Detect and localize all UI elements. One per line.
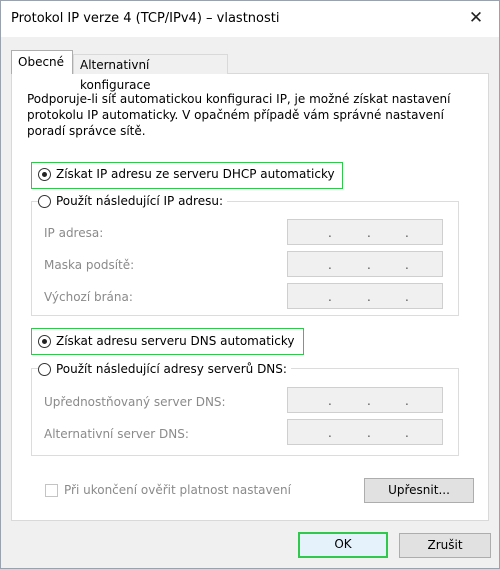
title-bar[interactable]: Protokol IP verze 4 (TCP/IPv4) – vlastno… <box>1 1 499 37</box>
subnet-mask-field: ... <box>287 251 443 277</box>
radio-manual-dns-label: Použít následující adresy serverů DNS: <box>56 362 287 376</box>
default-gateway-field: ... <box>287 283 443 309</box>
radio-manual-dns[interactable]: Použít následující adresy serverů DNS: <box>38 362 291 376</box>
alternate-dns-label: Alternativní server DNS: <box>44 427 189 441</box>
radio-auto-dns-label: Získat adresu serveru DNS automaticky <box>56 334 295 348</box>
default-gateway-label: Výchozí brána: <box>44 290 133 304</box>
window-title: Protokol IP verze 4 (TCP/IPv4) – vlastno… <box>11 11 280 26</box>
advanced-button[interactable]: Upřesnit... <box>364 478 474 503</box>
validate-settings-checkbox: Při ukončení ověřit platnost nastavení <box>45 483 291 497</box>
radio-manual-ip-label: Použít následující IP adresu: <box>56 194 223 208</box>
radio-auto-ip[interactable]: Získat IP adresu ze serveru DHCP automat… <box>38 167 339 181</box>
cancel-button[interactable]: Zrušit <box>399 533 491 558</box>
close-icon[interactable]: ✕ <box>461 5 491 31</box>
validate-settings-label: Při ukončení ověřit platnost nastavení <box>64 483 291 497</box>
ok-button[interactable]: OK <box>298 532 388 558</box>
radio-auto-dns-indicator[interactable] <box>38 334 51 348</box>
validate-settings-checkbox-box <box>45 483 58 497</box>
tab-general[interactable]: Obecné <box>11 50 73 74</box>
radio-manual-dns-indicator[interactable] <box>38 362 51 376</box>
tab-alternate-configuration[interactable]: Alternativní konfigurace <box>73 54 228 92</box>
radio-auto-ip-indicator[interactable] <box>38 167 51 181</box>
radio-auto-ip-label: Získat IP adresu ze serveru DHCP automat… <box>56 167 335 181</box>
dialog-window: Protokol IP verze 4 (TCP/IPv4) – vlastno… <box>0 0 500 569</box>
preferred-dns-label: Upřednostňovaný server DNS: <box>44 395 226 409</box>
radio-manual-ip-indicator[interactable] <box>38 194 51 208</box>
radio-manual-ip[interactable]: Použít následující IP adresu: <box>38 194 227 208</box>
radio-auto-dns[interactable]: Získat adresu serveru DNS automaticky <box>38 334 299 348</box>
ip-address-field: ... <box>287 219 443 245</box>
subnet-mask-label: Maska podsítě: <box>44 258 135 272</box>
alternate-dns-field: ... <box>287 419 443 445</box>
preferred-dns-field: ... <box>287 387 443 413</box>
ip-address-label: IP adresa: <box>44 226 104 240</box>
description-text: Podporuje-li síť automatickou konfigurac… <box>27 92 451 138</box>
